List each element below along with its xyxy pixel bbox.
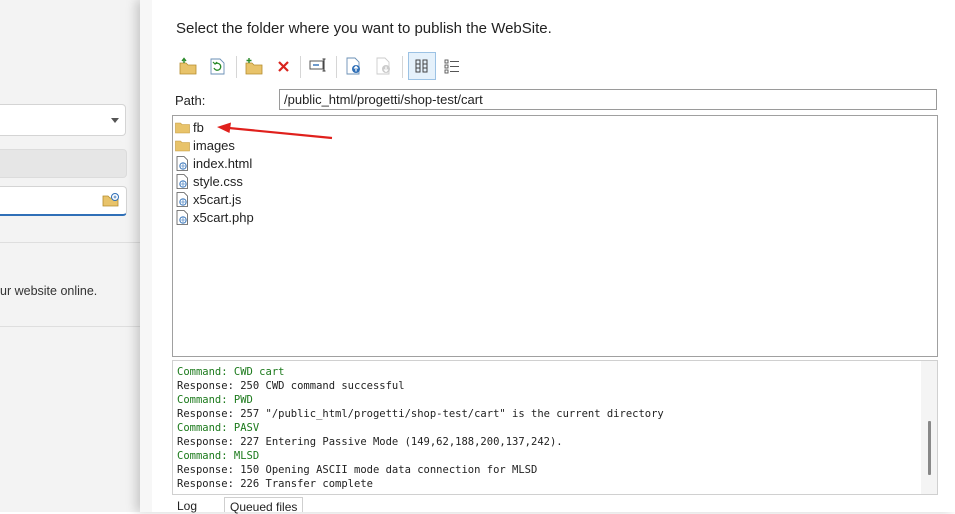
folder-up-button[interactable] [176,54,200,78]
background-dropdown[interactable] [0,104,126,136]
log-line: Command: PWD [177,394,253,406]
background-window: ur website online. [0,0,140,512]
refresh-icon [210,58,225,75]
folder-icon [175,140,190,151]
log-line: Command: MLSD [177,450,260,462]
publish-folder-dialog: Select the folder where you want to publ… [140,0,955,514]
delete-icon [278,61,289,72]
log-line: Response: 150 Opening ASCII mode data co… [177,464,538,476]
divider [0,326,140,327]
rename-button[interactable] [306,54,330,78]
tab-log[interactable]: Log [172,497,222,513]
list-item-file[interactable]: index.html [175,154,252,172]
list-item-file[interactable]: x5cart.php [175,208,254,226]
ftp-toolbar [176,52,476,82]
delete-button[interactable] [272,54,296,78]
list-view-button[interactable] [440,54,464,78]
upload-file-icon [346,57,360,75]
details-view-icon [415,59,428,73]
details-view-button[interactable] [408,52,436,80]
log-line: Command: PASV [177,422,260,434]
file-name: images [193,137,235,153]
list-view-icon [444,59,459,74]
folder-icon [175,122,190,133]
log-scrollbar[interactable] [921,361,937,494]
refresh-button[interactable] [206,54,230,78]
file-name: x5cart.js [193,191,242,207]
file-name: style.css [193,173,243,189]
download-button[interactable] [372,54,396,78]
ftp-log-panel[interactable]: Command: CWD cart Response: 250 CWD comm… [172,360,938,495]
upload-button[interactable] [342,54,366,78]
log-line: Response: 226 Transfer complete [177,478,373,490]
list-item-file[interactable]: style.css [175,172,243,190]
web-file-icon [176,173,188,189]
path-label: Path: [175,93,206,108]
browse-folder-icon[interactable] [102,192,120,208]
list-item-file[interactable]: x5cart.js [175,190,241,208]
file-name: fb [193,119,204,135]
background-description: ur website online. [0,284,98,298]
remote-file-list[interactable]: fb images index.html style.css x5cart.js… [172,115,938,357]
log-line: Command: CWD cart [177,366,285,378]
new-folder-icon [245,58,263,75]
log-line: Response: 227 Entering Passive Mode (149… [177,436,563,448]
divider [0,242,140,243]
path-field[interactable]: /public_html/progetti/shop-test/cart [279,89,937,110]
download-file-icon [376,57,390,75]
folder-up-icon [179,57,197,75]
web-file-icon [176,191,188,207]
list-item-folder[interactable]: fb [175,118,204,136]
file-name: index.html [193,155,253,171]
dialog-edge [140,0,152,512]
tab-queued-files[interactable]: Queued files [224,497,304,514]
dialog-instruction: Select the folder where you want to publ… [176,20,552,37]
background-disabled-field [0,149,127,178]
new-folder-button[interactable] [242,54,266,78]
log-scrollbar-thumb[interactable] [928,421,931,475]
list-item-folder[interactable]: images [175,136,235,154]
rename-icon [309,58,326,72]
file-name: x5cart.php [193,209,254,225]
log-line: Response: 257 "/public_html/progetti/sho… [177,408,664,420]
chevron-down-icon [111,118,119,123]
web-file-icon [176,209,188,225]
background-path-input[interactable] [0,186,127,216]
log-line: Response: 250 CWD command successful [177,380,405,392]
web-file-icon [176,155,188,171]
